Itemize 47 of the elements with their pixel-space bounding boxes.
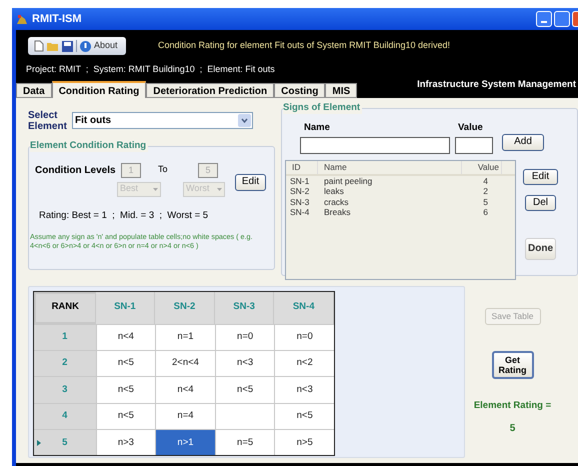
sign-id: SN-1 <box>289 176 310 186</box>
status-message: Condition Rating for element Fit outs of System RMIT Building10 derived! <box>158 39 450 52</box>
table-cell[interactable]: n<3 <box>214 350 274 376</box>
sign-name: cracks <box>323 196 350 208</box>
sign-value: 4 <box>482 176 488 186</box>
sign-id: SN-4 <box>289 207 310 218</box>
select-element-label: Select Element <box>28 110 68 132</box>
tab[interactable]: Condition Rating <box>52 80 146 98</box>
get-rating-button[interactable]: Get Rating <box>492 350 534 378</box>
sign-name: paint peeling <box>323 176 374 186</box>
table-cell[interactable]: n=5 <box>214 430 274 456</box>
sign-value: 6 <box>482 207 488 218</box>
element-rating-label: Element Rating = <box>474 398 552 412</box>
condition-levels-label: Condition Levels <box>35 164 117 178</box>
done-button[interactable]: Done <box>525 238 556 260</box>
name-label: Name <box>304 120 331 134</box>
sign-name: leaks <box>323 186 345 197</box>
column-header[interactable]: Value <box>462 160 502 174</box>
element-dropdown[interactable]: Fit outs <box>72 112 253 129</box>
element-rating-value: 5 <box>510 422 516 436</box>
rating-summary: Rating: Best = 1 ; Mid. = 3 ; Worst = 5 <box>39 208 210 222</box>
sign-value: 5 <box>482 196 488 208</box>
tab[interactable]: Data <box>16 82 52 98</box>
add-button[interactable]: Add <box>502 134 544 151</box>
delete-button[interactable]: Del <box>525 194 556 211</box>
value-label: Value <box>458 120 483 134</box>
window-title: RMIT-ISM <box>32 12 82 27</box>
context-line: Project: RMIT ; System: RMIT Building10 ; Element: Fit outs <box>26 63 275 76</box>
tab[interactable]: MIS <box>325 82 358 98</box>
about-button[interactable]: About <box>94 39 118 53</box>
table-cell[interactable]: n=0 <box>214 324 274 350</box>
tab[interactable]: Costing <box>274 82 326 98</box>
sign-name: Breaks <box>323 207 352 218</box>
tab[interactable]: Deterioration Prediction <box>146 82 274 98</box>
sign-id: SN-3 <box>289 196 310 208</box>
app-title: Infrastructure System Management <box>417 78 576 92</box>
table-cell[interactable]: n>1 <box>155 430 215 456</box>
sign-id: SN-2 <box>289 186 310 197</box>
group-title: Signs of Element <box>283 102 362 114</box>
column-header[interactable]: Name <box>318 160 462 174</box>
table-cell[interactable]: n<5 <box>214 377 274 403</box>
sign-value: 2 <box>482 186 488 197</box>
group-title: Element Condition Rating <box>30 140 148 152</box>
column-header[interactable]: ID <box>286 160 318 174</box>
to-label: To <box>158 163 169 176</box>
column-header[interactable]: RANK <box>34 292 96 324</box>
edit-button[interactable]: Edit <box>523 168 558 185</box>
